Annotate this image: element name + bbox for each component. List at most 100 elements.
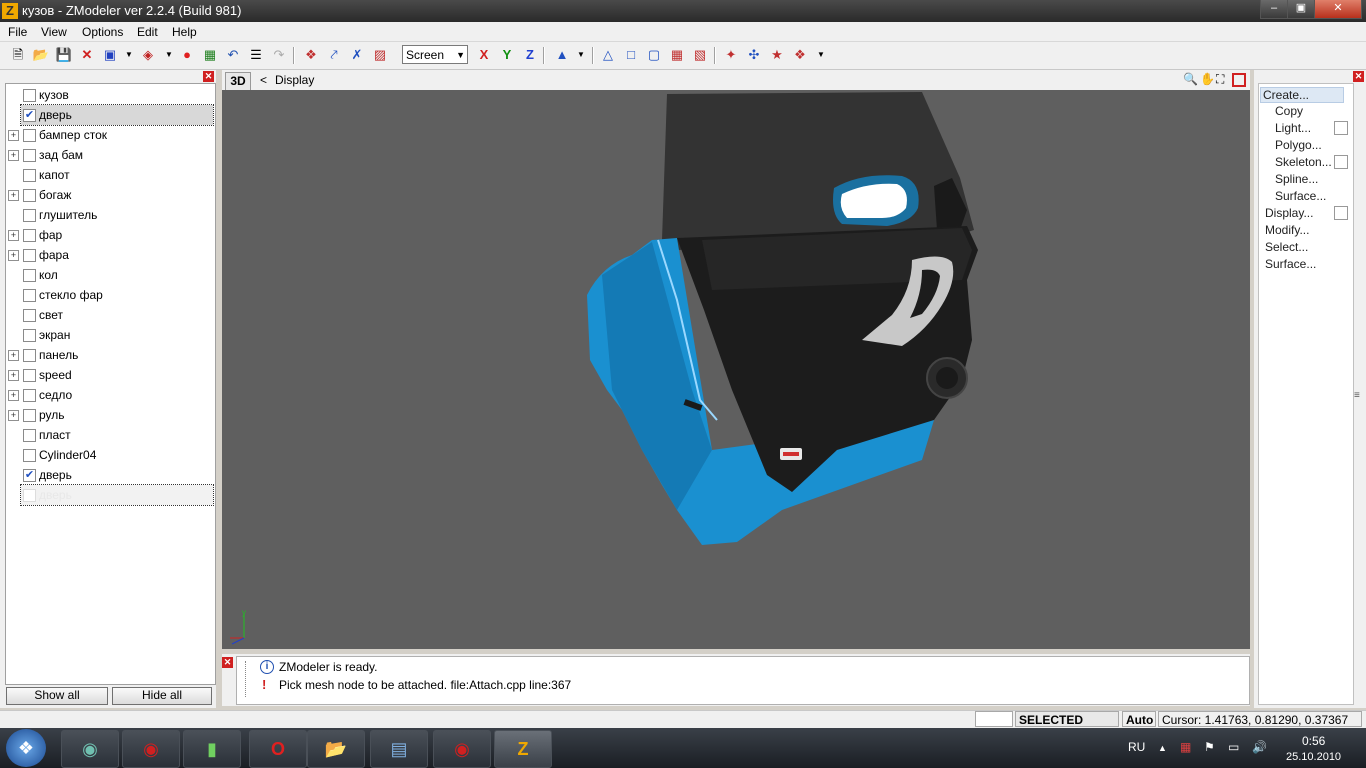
- expand-node-icon[interactable]: +: [8, 350, 19, 361]
- object-list-item[interactable]: + зад бам: [6, 145, 215, 165]
- image-viewer-icon[interactable]: ▤: [370, 730, 428, 768]
- object-list-item[interactable]: пласт: [6, 425, 215, 445]
- file-explorer-icon[interactable]: 📂: [307, 730, 365, 768]
- command-item[interactable]: Polygo...: [1275, 138, 1322, 152]
- viewport-3d-tab[interactable]: 3D: [225, 72, 251, 91]
- expand-node-icon[interactable]: +: [8, 390, 19, 401]
- fit-view-icon[interactable]: ⛶: [1216, 72, 1224, 87]
- taskbar-app-7-icon[interactable]: ◉: [433, 730, 491, 768]
- close-window-button[interactable]: ✕: [1314, 0, 1362, 19]
- object-list-item[interactable]: кузов: [6, 85, 215, 105]
- bone-link-icon[interactable]: ✦: [722, 46, 740, 64]
- object-list-item[interactable]: ✔ дверь: [20, 104, 214, 126]
- new-file-icon[interactable]: 🗎: [9, 46, 27, 64]
- object-list-item[interactable]: + руль: [6, 405, 215, 425]
- visibility-checkbox[interactable]: [23, 289, 36, 302]
- character-pose-icon[interactable]: ★: [768, 46, 786, 64]
- axis-y-toggle[interactable]: Y: [498, 46, 516, 64]
- polygon-select-icon[interactable]: △: [599, 46, 617, 64]
- object-list-item[interactable]: + седло: [6, 385, 215, 405]
- visibility-checkbox[interactable]: [23, 149, 36, 162]
- import-icon[interactable]: ▣: [101, 46, 119, 64]
- visibility-checkbox[interactable]: [23, 369, 36, 382]
- visibility-checkbox[interactable]: [23, 349, 36, 362]
- cube-scale-icon[interactable]: ▧: [691, 46, 709, 64]
- visibility-checkbox[interactable]: [23, 429, 36, 442]
- command-item[interactable]: Modify...: [1265, 223, 1309, 237]
- menu-file[interactable]: File: [8, 25, 27, 39]
- command-item[interactable]: Surface...: [1275, 189, 1326, 203]
- delete-icon[interactable]: ✕: [78, 46, 96, 64]
- close-command-panel-icon[interactable]: ✕: [1353, 71, 1364, 82]
- pan-hand-icon[interactable]: ✋: [1200, 72, 1215, 86]
- command-item[interactable]: Copy: [1275, 104, 1303, 118]
- animation-dropdown-icon[interactable]: ▼: [812, 46, 830, 64]
- open-folder-icon[interactable]: 📂: [32, 46, 50, 64]
- visibility-checkbox[interactable]: [23, 189, 36, 202]
- language-indicator[interactable]: RU: [1128, 740, 1145, 754]
- command-item[interactable]: Create...: [1260, 87, 1344, 103]
- expand-node-icon[interactable]: +: [8, 250, 19, 261]
- minimize-button[interactable]: –: [1260, 0, 1288, 19]
- object-list-item[interactable]: кол: [6, 265, 215, 285]
- action-center-icon[interactable]: ⚑: [1204, 740, 1215, 754]
- command-item[interactable]: Surface...: [1265, 257, 1316, 271]
- 3d-viewport[interactable]: y: [222, 90, 1250, 649]
- object-list-item[interactable]: глушитель: [6, 205, 215, 225]
- export-dropdown-icon[interactable]: ▼: [160, 46, 178, 64]
- auto-mode-indicator[interactable]: Auto: [1122, 711, 1156, 727]
- taskbar-app-3-icon[interactable]: ▮: [183, 730, 241, 768]
- command-item[interactable]: Spline...: [1275, 172, 1318, 186]
- menu-edit[interactable]: Edit: [137, 25, 158, 39]
- visibility-checkbox[interactable]: [23, 169, 36, 182]
- clock-time[interactable]: 0:56: [1302, 734, 1325, 748]
- expand-node-icon[interactable]: +: [8, 370, 19, 381]
- zmodeler-taskbar-icon[interactable]: Z: [494, 730, 552, 768]
- import-dropdown-icon[interactable]: ▼: [120, 46, 138, 64]
- visibility-checkbox[interactable]: [23, 409, 36, 422]
- cube-select-icon[interactable]: □: [622, 46, 640, 64]
- scale-axis-icon[interactable]: ▨: [371, 46, 389, 64]
- menu-help[interactable]: Help: [172, 25, 197, 39]
- record-icon[interactable]: ●: [178, 46, 196, 64]
- breadcrumb-back-arrow[interactable]: <: [260, 73, 267, 87]
- menu-view[interactable]: View: [41, 25, 67, 39]
- expand-node-icon[interactable]: +: [8, 410, 19, 421]
- taskbar-app-2-icon[interactable]: ◉: [122, 730, 180, 768]
- select-tool-icon[interactable]: ❖: [302, 46, 320, 64]
- move-axis-icon[interactable]: ⤤: [325, 46, 343, 64]
- coordinate-space-select[interactable]: Screen ▼: [402, 45, 468, 64]
- visibility-checkbox[interactable]: [23, 229, 36, 242]
- menu-options[interactable]: Options: [82, 25, 123, 39]
- close-panel-icon[interactable]: ✕: [203, 71, 214, 82]
- visibility-checkbox[interactable]: [23, 129, 36, 142]
- visibility-checkbox[interactable]: ✔: [23, 109, 36, 122]
- display-icon[interactable]: ▭: [1228, 740, 1239, 754]
- visibility-checkbox[interactable]: ✔: [23, 469, 36, 482]
- object-list-item[interactable]: капот: [6, 165, 215, 185]
- vertex-mode-icon[interactable]: ▲: [553, 46, 571, 64]
- breadcrumb[interactable]: Display: [275, 73, 314, 87]
- object-list-item[interactable]: + фар: [6, 225, 215, 245]
- network-icon[interactable]: ▦: [1180, 740, 1191, 754]
- skeleton-icon[interactable]: ✣: [745, 46, 763, 64]
- object-list-item[interactable]: дверь: [20, 484, 214, 506]
- object-list-item[interactable]: Cylinder04: [6, 445, 215, 465]
- command-item[interactable]: Skeleton...: [1275, 155, 1332, 169]
- undo-icon[interactable]: ↶: [224, 46, 242, 64]
- volume-icon[interactable]: 🔊: [1252, 740, 1267, 754]
- visibility-checkbox[interactable]: [23, 89, 36, 102]
- cube-rotate-icon[interactable]: ▦: [668, 46, 686, 64]
- animation-icon[interactable]: ❖: [791, 46, 809, 64]
- material-icon[interactable]: ▦: [201, 46, 219, 64]
- visibility-checkbox[interactable]: [23, 309, 36, 322]
- expand-node-icon[interactable]: +: [8, 130, 19, 141]
- notes-icon[interactable]: ☰: [247, 46, 265, 64]
- redo-icon[interactable]: ↷: [270, 46, 288, 64]
- object-list-item[interactable]: + бампер сток: [6, 125, 215, 145]
- close-log-icon[interactable]: ✕: [222, 657, 233, 668]
- visibility-checkbox[interactable]: [23, 209, 36, 222]
- start-button[interactable]: ❖: [6, 729, 46, 767]
- cube-move-icon[interactable]: ▢: [645, 46, 663, 64]
- export-icon[interactable]: ◈: [139, 46, 157, 64]
